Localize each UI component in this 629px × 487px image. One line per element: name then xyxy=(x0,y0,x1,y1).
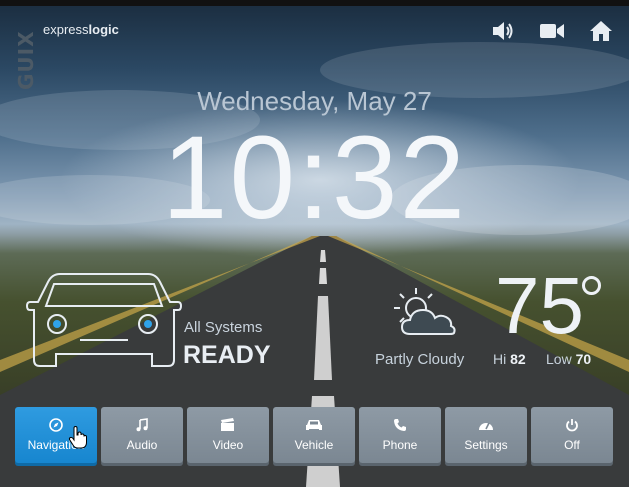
video-camera-icon[interactable] xyxy=(538,18,566,48)
brand-logo: expresslogic xyxy=(43,22,119,37)
low-value: 70 xyxy=(575,351,592,367)
home-icon[interactable] xyxy=(589,18,613,48)
degree-symbol xyxy=(582,276,601,295)
clock-hours: 10 xyxy=(161,112,298,244)
phone-button[interactable]: Phone xyxy=(359,407,441,463)
vehicle-button[interactable]: Vehicle xyxy=(273,407,355,463)
clock-display: 10:32 xyxy=(0,110,629,246)
phone-icon xyxy=(394,419,406,431)
navigation-button[interactable]: Navigation xyxy=(15,407,97,463)
video-button[interactable]: Video xyxy=(187,407,269,463)
car-icon xyxy=(306,420,322,430)
high-label: Hi xyxy=(493,351,507,367)
home-screen: GUIX expresslogic Wednesday, May 27 10:3… xyxy=(0,0,629,487)
gauge-icon xyxy=(479,422,493,430)
temperature-value: 75 xyxy=(495,261,584,350)
brand-name-bold: logic xyxy=(88,22,119,37)
settings-button-label: Settings xyxy=(464,438,508,452)
power-icon xyxy=(566,419,578,432)
weather-condition: Partly Cloudy xyxy=(375,351,465,368)
low-temperature: Low 70 xyxy=(546,351,591,367)
low-label: Low xyxy=(546,351,572,367)
top-frame xyxy=(0,0,629,6)
brand-name-regular: express xyxy=(43,22,89,37)
settings-button[interactable]: Settings xyxy=(445,407,527,463)
compass-icon xyxy=(49,418,63,432)
video-button-label: Video xyxy=(212,438,244,452)
off-button-label: Off xyxy=(564,438,580,452)
navigation-button-label: Navigation xyxy=(27,438,85,452)
clock-separator: : xyxy=(297,112,332,244)
clock-minutes: 32 xyxy=(331,112,468,244)
partly-cloudy-icon xyxy=(394,288,456,335)
clapperboard-icon xyxy=(221,418,234,431)
vehicle-button-label: Vehicle xyxy=(294,438,334,452)
high-temperature: Hi 82 xyxy=(493,351,526,367)
system-status-value: READY xyxy=(183,341,271,369)
audio-button[interactable]: Audio xyxy=(101,407,183,463)
volume-icon[interactable] xyxy=(490,18,516,48)
audio-button-label: Audio xyxy=(126,438,158,452)
guix-badge: GUIX xyxy=(14,30,38,90)
high-value: 82 xyxy=(510,351,526,367)
main-menu-bar: Navigation Audio Video Vehicle Phone Set… xyxy=(15,407,613,463)
phone-button-label: Phone xyxy=(382,438,418,452)
car-outline-icon xyxy=(25,273,183,367)
system-status-label: All Systems xyxy=(184,319,263,336)
off-button[interactable]: Off xyxy=(531,407,613,463)
music-note-icon xyxy=(136,418,148,432)
